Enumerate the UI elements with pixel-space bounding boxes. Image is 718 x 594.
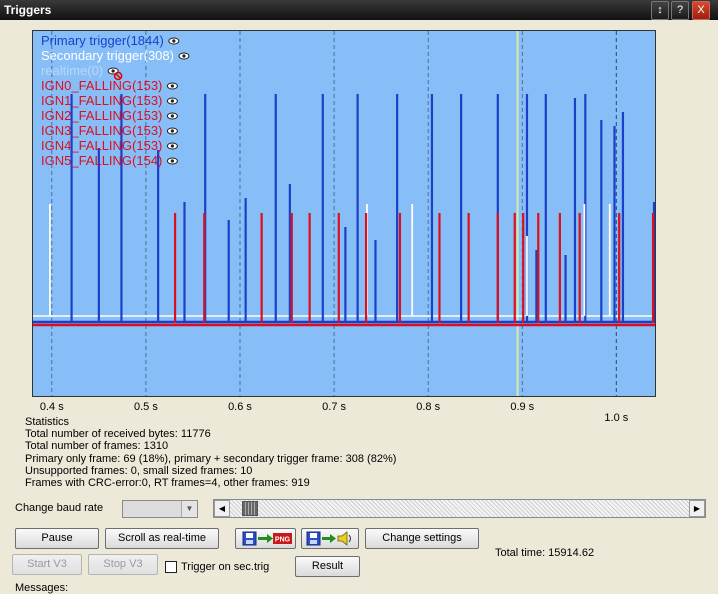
stat-line: Primary only frame: 69 (18%), primary + … [25,452,397,465]
baud-rate-select[interactable]: ▼ [122,500,198,518]
legend-entry: IGN3_FALLING(153) [41,123,162,138]
save-to-sound-icon [306,531,351,546]
legend-entry: realtime(0) [41,63,103,78]
time-scrollbar[interactable]: ◀ ▶ [213,499,706,518]
trigger-sec-checkbox[interactable] [165,561,177,573]
eye-pupil-icon [170,114,174,118]
eye-pupil-icon [170,144,174,148]
x-tick-label: 0.4 s [40,401,64,413]
eye-pupil-icon [170,84,174,88]
x-tick-label: 0.8 s [416,401,440,413]
title-bar: Triggers ↕ ? X [0,0,718,20]
statistics-heading: Statistics [25,416,70,428]
x-tick-label: 0.9 s [510,401,534,413]
save-to-png-icon: PNG [242,531,292,546]
stop-v3-button[interactable]: Stop V3 [88,554,158,575]
legend-entry: Primary trigger(1844) [41,33,164,48]
eye-pupil-icon [170,159,174,163]
scroll-right-button[interactable]: ▶ [689,500,705,517]
x-tick-label: 0.7 s [322,401,346,413]
window-title: Triggers [4,3,52,17]
trigger-chart: 0.4 s 0.5 s 0.6 s 0.7 s 0.8 s 0.9 s 1.0 s Prima… [32,30,656,424]
svg-text:PNG: PNG [275,537,291,544]
eye-pupil-icon [170,129,174,133]
resize-button[interactable]: ↕ [651,1,669,20]
legend-entry: IGN4_FALLING(153) [41,138,162,153]
save-png-button[interactable]: PNG [235,528,296,549]
legend-entry: IGN1_FALLING(153) [41,93,162,108]
x-tick-label: 0.5 s [134,401,158,413]
stat-line: Total number of received bytes: 11776 [25,428,211,441]
eye-pupil-icon [111,69,115,73]
stat-line: Unsupported frames: 0, small sized frame… [25,464,253,477]
save-sound-button[interactable] [301,528,359,549]
eye-pupil-icon [182,54,186,58]
start-v3-button[interactable]: Start V3 [12,554,82,575]
eye-pupil-icon [172,39,176,43]
stat-line: Total number of frames: 1310 [25,440,169,453]
legend-entry: IGN2_FALLING(153) [41,108,162,123]
chevron-down-icon: ▼ [181,501,197,517]
messages-label: Messages: [15,582,69,594]
pause-button[interactable]: Pause [15,528,99,549]
scroll-realtime-button[interactable]: Scroll as real-time [105,528,219,549]
x-tick-label: 0.6 s [228,401,252,413]
legend-entry: Secondary trigger(308) [41,48,174,63]
eye-pupil-icon [170,99,174,103]
scroll-left-button[interactable]: ◀ [214,500,230,517]
close-button[interactable]: X [692,1,710,20]
legend-entry: IGN5_FALLING(154) [41,153,162,168]
baud-rate-label: Change baud rate [15,502,104,514]
help-button[interactable]: ? [671,1,689,20]
legend-entry: IGN0_FALLING(153) [41,78,162,93]
statistics-panel: Statistics Total number of received byte… [25,416,396,489]
change-settings-button[interactable]: Change settings [365,528,479,549]
x-tick-label: 1.0 s [604,412,628,424]
scroll-thumb[interactable] [242,501,258,516]
stat-line: Frames with CRC-error:0, RT frames=4, ot… [25,477,310,490]
total-time: Total time: 15914.62 [495,547,595,559]
result-button[interactable]: Result [295,556,360,577]
trigger-sec-label: Trigger on sec.trig [181,561,270,573]
